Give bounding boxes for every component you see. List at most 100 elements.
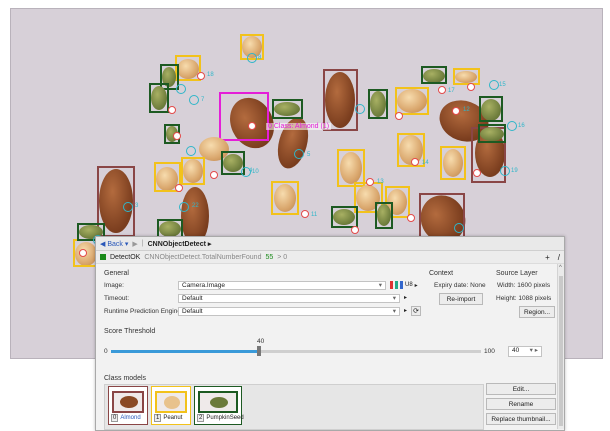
- class-number: 2: [197, 414, 205, 422]
- class-caption: 0 Almond: [111, 414, 141, 422]
- detection-box-peanut[interactable]: [440, 146, 466, 180]
- edit-pen-icon[interactable]: /: [558, 253, 560, 262]
- center-marker: [173, 132, 181, 140]
- class-model-almond[interactable]: 0 Almond: [108, 386, 148, 425]
- timeout-field[interactable]: Default ▾: [178, 294, 400, 303]
- class-name: Peanut: [163, 415, 183, 421]
- image-field[interactable]: Camera.Image ▾: [178, 281, 386, 290]
- threshold-input[interactable]: 40 ▾ ▸: [508, 346, 542, 357]
- detection-label: 12: [463, 107, 470, 113]
- detection-label: 3: [135, 203, 139, 209]
- class-caption: 1 Peanut: [154, 414, 182, 422]
- center-marker: [467, 83, 475, 91]
- image-value: Camera.Image: [182, 282, 225, 289]
- center-marker: [197, 72, 205, 80]
- center-marker: [179, 202, 189, 212]
- center-marker: [168, 106, 176, 114]
- rename-button[interactable]: Rename: [486, 398, 556, 410]
- context-section-title: Context: [429, 270, 454, 277]
- scroll-thumb[interactable]: [559, 276, 563, 426]
- detection-label: 5: [307, 152, 311, 158]
- detection-label: 15: [499, 82, 506, 88]
- center-marker: [407, 214, 415, 222]
- edit-button[interactable]: Edit...: [486, 383, 556, 395]
- panel-scrollbar[interactable]: ^: [557, 264, 564, 429]
- detection-box-peanut[interactable]: [395, 87, 429, 115]
- result-count: 55: [265, 253, 274, 261]
- class-caption: 2 PumpkinSeed: [197, 414, 244, 422]
- detection-box-pumpkinseed[interactable]: [478, 124, 506, 143]
- score-threshold-title: Score Threshold: [104, 328, 156, 335]
- detection-label: 22: [192, 203, 199, 209]
- tool-breadcrumb[interactable]: CNNObjectDetect ▸: [148, 240, 212, 248]
- image-label: Image:: [104, 282, 124, 289]
- center-marker: [473, 169, 481, 177]
- slider-handle[interactable]: [257, 346, 261, 356]
- class-number: 1: [154, 414, 162, 422]
- detection-box-peanut[interactable]: [181, 157, 205, 185]
- detection-box-peanut[interactable]: [453, 68, 480, 85]
- selected-detection-box[interactable]: [219, 92, 269, 141]
- center-marker: [452, 107, 460, 115]
- source-height: Height: 1088 pixels: [496, 295, 552, 302]
- image-type-label: U8: [405, 282, 413, 288]
- detection-box-pumpkinseed[interactable]: [375, 202, 393, 229]
- detection-box-pumpkinseed[interactable]: [368, 89, 388, 119]
- center-marker: [210, 171, 218, 179]
- detection-label: 8: [258, 55, 262, 61]
- refresh-button[interactable]: ⟳: [411, 306, 421, 316]
- source-layer-title: Source Layer: [496, 270, 538, 277]
- engine-value: Default: [182, 308, 203, 315]
- region-button[interactable]: Region...: [519, 306, 555, 318]
- class-name: Almond: [120, 415, 141, 421]
- detection-box-pumpkinseed[interactable]: [479, 96, 503, 122]
- threshold-slider[interactable]: [111, 346, 481, 356]
- detection-box-pumpkinseed[interactable]: [272, 99, 303, 119]
- reimport-button[interactable]: Re-import: [439, 293, 483, 305]
- peanut-thumbnail: [155, 391, 187, 413]
- center-marker: [186, 146, 196, 156]
- center-marker: [438, 86, 446, 94]
- detection-box-pumpkinseed[interactable]: [331, 206, 358, 228]
- threshold-value: 40: [512, 347, 520, 354]
- class-model-pumpkinseed[interactable]: 2 PumpkinSeed: [194, 386, 244, 425]
- class-model-peanut[interactable]: 1 Peanut: [151, 386, 191, 425]
- class-models-title: Class models: [104, 375, 147, 382]
- center-marker: [366, 178, 374, 186]
- pumpkinseed-thumbnail: [198, 391, 238, 413]
- center-marker: [454, 223, 464, 233]
- back-button[interactable]: ◀ Back ▾: [100, 240, 128, 248]
- status-flag: DetectOK: [110, 253, 141, 261]
- replace-thumbnail-button[interactable]: Replace thumbnail...: [486, 413, 556, 425]
- toolbar: ◀ Back ▾ ▶ | CNNObjectDetect ▸: [96, 237, 564, 251]
- engine-label: Runtime Prediction Engine:: [104, 308, 183, 315]
- timeout-link-icon[interactable]: ▸: [404, 294, 407, 301]
- scroll-up-icon[interactable]: ^: [559, 265, 563, 271]
- engine-link-icon[interactable]: ▸: [404, 307, 407, 314]
- center-marker: [355, 104, 365, 114]
- timeout-value: Default: [182, 295, 203, 302]
- source-width: Width: 1600 pixels: [497, 282, 551, 289]
- separator: |: [141, 240, 144, 247]
- detection-box-pumpkinseed[interactable]: [149, 83, 169, 113]
- center-marker: [175, 184, 183, 192]
- detection-label: 7: [201, 97, 205, 103]
- status-ok-icon: [100, 254, 106, 260]
- timeout-label: Timeout:: [104, 295, 130, 302]
- detection-label: 10: [252, 169, 259, 175]
- detection-box-pumpkinseed[interactable]: [421, 66, 447, 84]
- center-marker: [395, 112, 403, 120]
- selected-detection-callout: 0 Class: Almond (1): [266, 123, 332, 130]
- detection-box-almond[interactable]: [323, 69, 358, 131]
- add-button[interactable]: +: [545, 253, 550, 262]
- tool-name: CNNObjectDetect: [147, 240, 206, 248]
- image-type-indicator[interactable]: U8 ▸: [390, 281, 418, 289]
- center-marker: [301, 210, 309, 218]
- engine-field[interactable]: Default ▾: [178, 307, 400, 316]
- slider-current-value: 40: [257, 338, 265, 345]
- center-marker: [248, 122, 256, 130]
- result-condition: > 0: [277, 253, 288, 261]
- center-marker: [500, 166, 510, 176]
- forward-button[interactable]: ▶: [132, 240, 137, 248]
- detection-box-peanut[interactable]: [271, 181, 299, 215]
